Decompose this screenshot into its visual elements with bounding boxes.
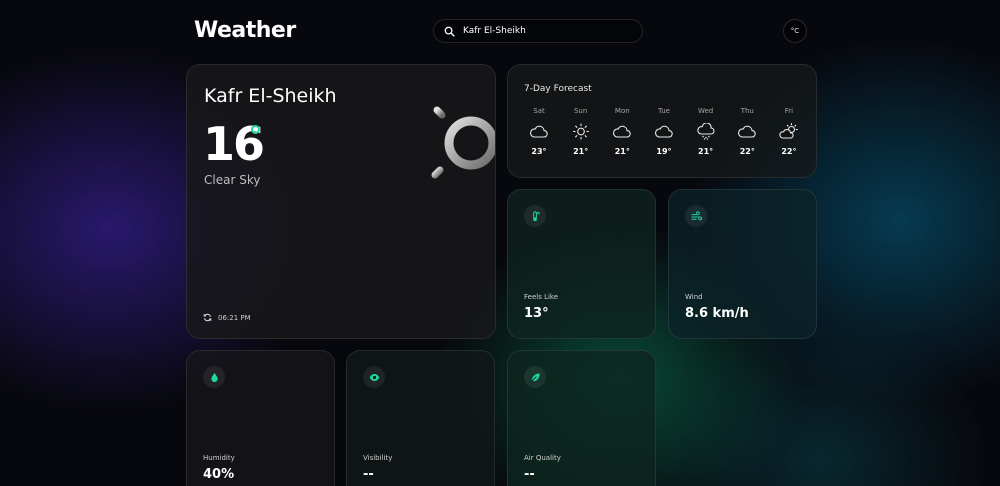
- degree-symbol: [251, 125, 260, 134]
- humidity-label: Humidity: [203, 454, 235, 462]
- visibility-card: Visibility --: [346, 350, 495, 486]
- leaf-icon-wrap: [524, 366, 546, 388]
- forecast-day-temp: 19°: [656, 147, 672, 156]
- search-icon: [444, 26, 455, 37]
- droplet-icon: [210, 372, 218, 382]
- cloud-icon: [738, 125, 756, 138]
- air-quality-value: --: [524, 467, 535, 482]
- droplet-icon-wrap: [203, 366, 225, 388]
- search-bar[interactable]: [433, 19, 643, 43]
- forecast-day: Sat 23°: [519, 107, 559, 156]
- feels-like-label: Feels Like: [524, 293, 559, 301]
- humidity-card: Humidity 40%: [186, 350, 335, 486]
- visibility-label: Visibility: [363, 454, 393, 462]
- weather-condition: Clear Sky: [204, 173, 261, 187]
- forecast-card: 7-Day Forecast Sat 23° Sun 21° Mon 21° T…: [507, 64, 817, 178]
- feels-like-card: Feels Like 13°: [507, 189, 656, 339]
- forecast-day-temp: 21°: [698, 147, 714, 156]
- forecast-day-name: Fri: [784, 107, 794, 115]
- feels-like-value: 13°: [524, 306, 549, 321]
- humidity-value: 40%: [203, 467, 235, 482]
- visibility-value: --: [363, 467, 374, 482]
- forecast-days: Sat 23° Sun 21° Mon 21° Tue 19° Wed 21° …: [519, 107, 809, 156]
- cloud-icon: [613, 125, 631, 138]
- wind-icon-wrap: [685, 205, 707, 227]
- forecast-day-name: Mon: [614, 107, 630, 115]
- forecast-day-name: Wed: [697, 107, 714, 115]
- wind-label: Wind: [685, 293, 703, 301]
- forecast-title: 7-Day Forecast: [524, 84, 592, 94]
- updated-time: 06:21 PM: [218, 313, 251, 322]
- thermometer-icon: [532, 210, 540, 221]
- forecast-day: Fri 22°: [769, 107, 809, 156]
- forecast-day: Wed 21°: [686, 107, 726, 156]
- city-name: Kafr El-Sheikh: [204, 85, 337, 107]
- search-input[interactable]: [463, 26, 633, 36]
- unit-toggle-button[interactable]: °C: [783, 19, 807, 43]
- last-updated: 06:21 PM: [203, 313, 251, 322]
- forecast-day-temp: 23°: [531, 147, 547, 156]
- current-weather-card: Kafr El-Sheikh 16 Clear Sky 06:21 PM: [186, 64, 496, 339]
- refresh-icon[interactable]: [203, 313, 212, 322]
- thermometer-icon-wrap: [524, 205, 546, 227]
- cloud-icon: [530, 125, 548, 138]
- forecast-day-name: Sun: [573, 107, 588, 115]
- wind-card: Wind 8.6 km/h: [668, 189, 817, 339]
- partly-cloudy-icon: [779, 123, 798, 139]
- forecast-day: Tue 19°: [644, 107, 684, 156]
- forecast-day-temp: 22°: [781, 147, 797, 156]
- snow-cloud-icon: [696, 123, 715, 140]
- forecast-day-temp: 21°: [573, 147, 589, 156]
- air-quality-card: Air Quality --: [507, 350, 656, 486]
- cloud-icon: [655, 125, 673, 138]
- forecast-day: Mon 21°: [602, 107, 642, 156]
- sun-icon: [417, 92, 495, 189]
- eye-icon: [369, 373, 379, 381]
- forecast-day-name: Sat: [533, 107, 545, 115]
- wind-value: 8.6 km/h: [685, 306, 749, 321]
- sun-icon: [572, 123, 589, 140]
- eye-icon-wrap: [363, 366, 385, 388]
- leaf-icon: [531, 372, 540, 381]
- forecast-day: Thu 22°: [727, 107, 767, 156]
- forecast-day-name: Tue: [657, 107, 670, 115]
- forecast-day-temp: 21°: [614, 147, 630, 156]
- forecast-day-name: Thu: [740, 107, 754, 115]
- app-title: Weather: [194, 18, 296, 43]
- air-quality-label: Air Quality: [524, 454, 561, 462]
- forecast-day-temp: 22°: [739, 147, 755, 156]
- forecast-day: Sun 21°: [561, 107, 601, 156]
- wind-icon: [690, 210, 702, 220]
